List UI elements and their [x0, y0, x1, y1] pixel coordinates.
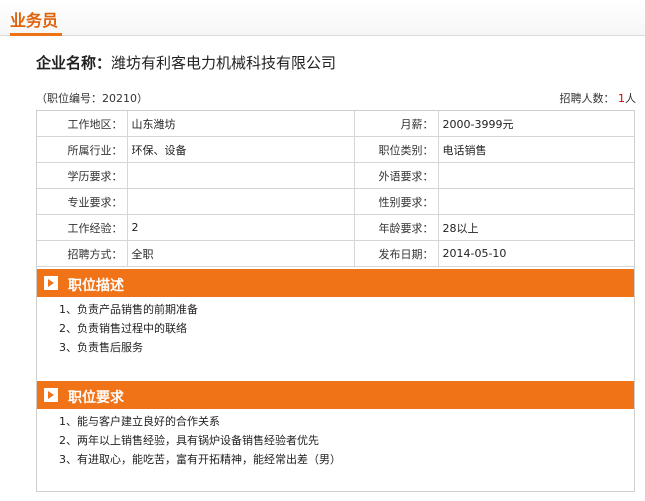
title-underline — [10, 33, 62, 36]
table-row: 工作地区： 山东潍坊 月薪： 2000-3999元 — [37, 111, 634, 137]
field-value — [437, 188, 634, 215]
list-item: 2、两年以上销售经验，具有锅炉设备销售经验者优先 — [59, 434, 319, 447]
list-item: 3、负责售后服务 — [59, 341, 143, 354]
requirements-title: 职位要求 — [68, 390, 124, 406]
field-value: 2 — [126, 214, 355, 241]
description-header: 职位描述 — [37, 269, 634, 297]
company-label: 企业名称： — [36, 54, 112, 72]
field-value: 环保、设备 — [126, 136, 355, 163]
field-label: 外语要求： — [353, 162, 439, 189]
job-code: （职位编号：20210） — [36, 92, 148, 105]
field-label: 所属行业： — [37, 136, 128, 163]
field-label: 工作经验： — [37, 214, 128, 241]
description-list: 1、负责产品销售的前期准备 2、负责销售过程中的联络 3、负责售后服务 — [59, 300, 198, 357]
company-name: 潍坊有利客电力机械科技有限公司 — [111, 54, 337, 72]
field-value — [126, 188, 355, 215]
field-label: 专业要求： — [37, 188, 128, 215]
description-title: 职位描述 — [68, 278, 124, 294]
job-info-table: 工作地区： 山东潍坊 月薪： 2000-3999元 所属行业： 环保、设备 职位类别： 电话销… — [37, 111, 634, 267]
field-label: 职位类别： — [353, 136, 439, 163]
page-header: 业务员 — [0, 0, 645, 36]
table-row: 招聘方式： 全职 发布日期： 2014-05-10 — [37, 240, 634, 267]
field-label: 月薪： — [353, 111, 439, 137]
headcount-unit: 人 — [625, 92, 636, 105]
table-row: 工作经验： 2 年龄要求： 28以上 — [37, 214, 634, 241]
list-item: 3、有进取心，能吃苦，富有开拓精神，能经常出差（男） — [59, 453, 341, 466]
field-value: 全职 — [126, 240, 355, 267]
field-label: 学历要求： — [37, 162, 128, 189]
field-value — [437, 162, 634, 189]
field-label: 发布日期： — [353, 240, 439, 267]
headcount-label: 招聘人数： — [559, 92, 615, 105]
job-detail-panel: 工作地区： 山东潍坊 月薪： 2000-3999元 所属行业： 环保、设备 职位类别： 电话销… — [36, 110, 635, 492]
table-row: 所属行业： 环保、设备 职位类别： 电话销售 — [37, 136, 634, 163]
list-item: 2、负责销售过程中的联络 — [59, 322, 187, 335]
headcount: 招聘人数： 1人 — [560, 90, 637, 106]
field-label: 招聘方式： — [37, 240, 128, 267]
requirements-header: 职位要求 — [37, 381, 634, 409]
field-value: 2014-05-10 — [437, 240, 634, 267]
field-value: 2000-3999元 — [437, 111, 634, 137]
company-line: 企业名称：潍坊有利客电力机械科技有限公司 — [36, 52, 336, 73]
list-item: 1、能与客户建立良好的合作关系 — [59, 415, 220, 428]
headcount-value: 1 — [618, 92, 625, 105]
arrow-right-icon — [44, 388, 58, 402]
table-row: 学历要求： 外语要求： — [37, 162, 634, 189]
field-value: 山东潍坊 — [126, 111, 355, 137]
field-label: 工作地区： — [37, 111, 128, 137]
page-title: 业务员 — [10, 11, 59, 30]
field-value: 电话销售 — [437, 136, 634, 163]
table-row: 专业要求： 性别要求： — [37, 188, 634, 215]
job-meta: （职位编号：20210） 招聘人数： 1人 — [36, 90, 636, 106]
requirements-list: 1、能与客户建立良好的合作关系 2、两年以上销售经验，具有锅炉设备销售经验者优先… — [59, 412, 341, 469]
field-value — [126, 162, 355, 189]
field-label: 性别要求： — [353, 188, 439, 215]
field-label: 年龄要求： — [353, 214, 439, 241]
list-item: 1、负责产品销售的前期准备 — [59, 303, 198, 316]
field-value: 28以上 — [437, 214, 634, 241]
arrow-right-icon — [44, 276, 58, 290]
